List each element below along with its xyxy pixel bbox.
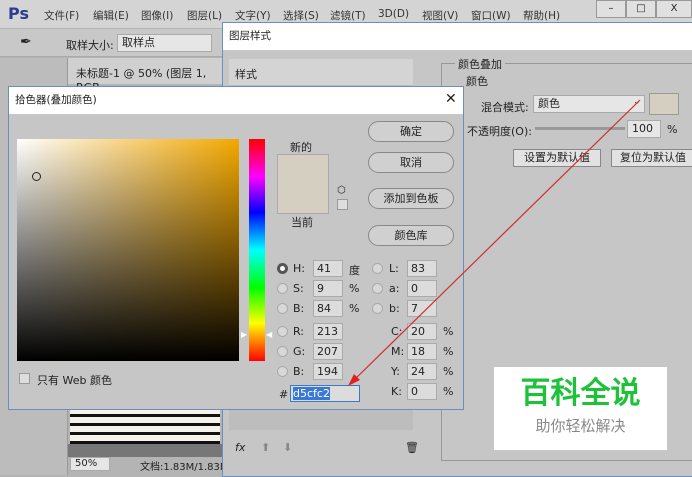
- watermark-title: 百科全说: [520, 376, 641, 411]
- arrow-line: [351, 99, 641, 383]
- watermark: 百科全说 助你轻松解决: [494, 367, 667, 450]
- watermark-subtitle: 助你轻松解决: [535, 417, 626, 435]
